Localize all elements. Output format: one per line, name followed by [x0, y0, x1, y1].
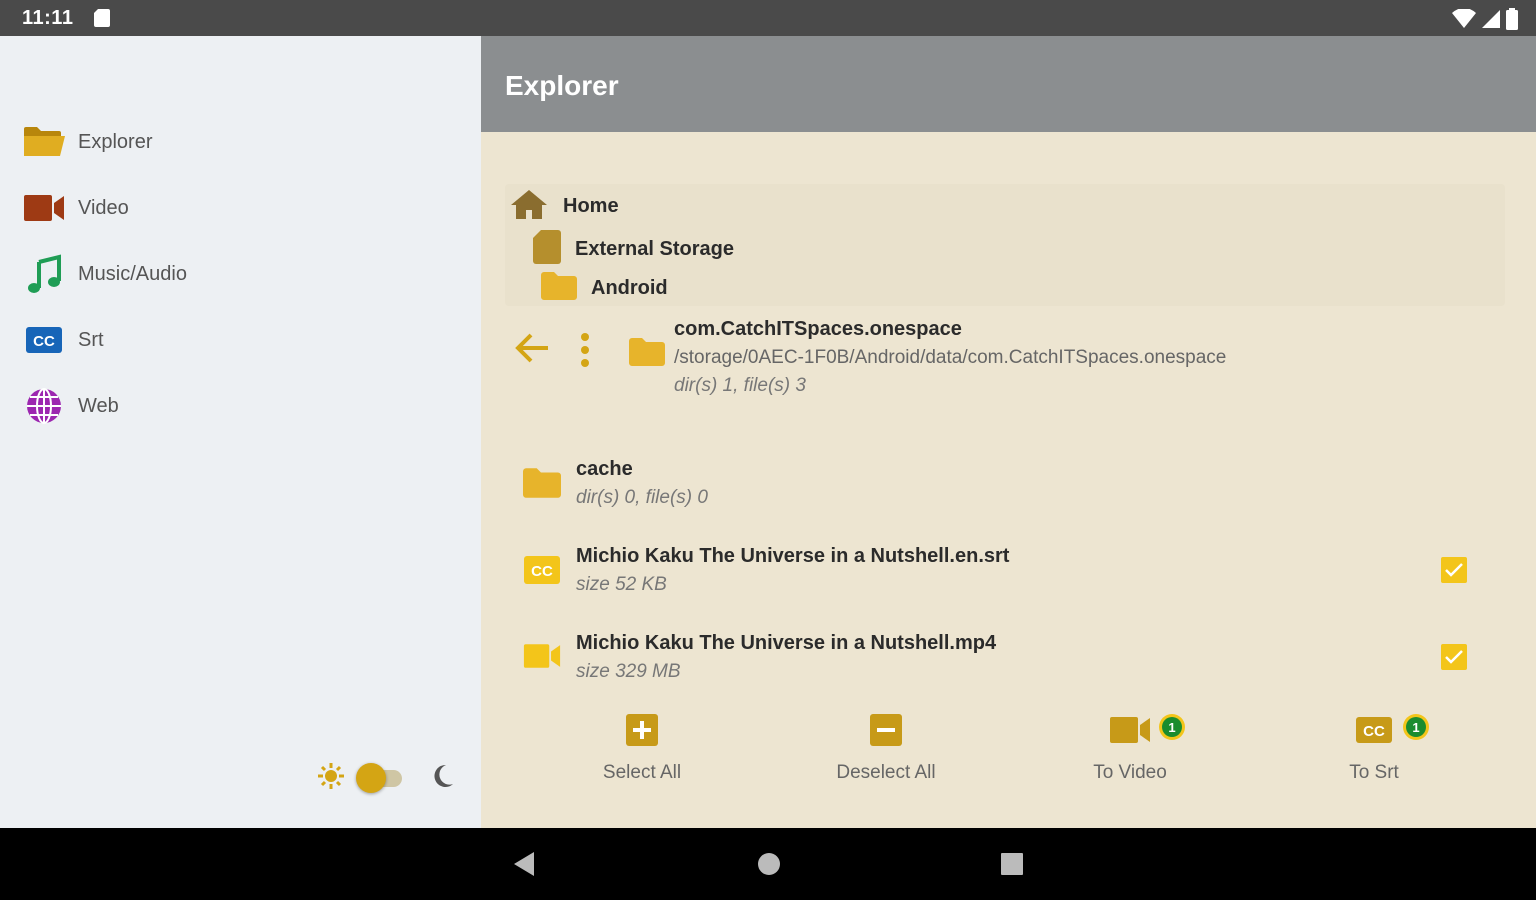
breadcrumb-android[interactable]: Android — [541, 272, 668, 305]
svg-text:CC: CC — [531, 563, 553, 580]
file-meta: dir(s) 0, file(s) 0 — [576, 487, 708, 508]
breadcrumb-label: External Storage — [575, 238, 734, 260]
battery-icon — [1506, 8, 1518, 35]
current-folder-meta: dir(s) 1, file(s) 3 — [674, 375, 806, 396]
action-bar: Select All Deselect All 1 To Video CC 1 — [481, 700, 1536, 800]
status-bar: 11:11 — [0, 0, 1536, 36]
app-bar: Explorer — [481, 36, 1536, 132]
action-label: Deselect All — [836, 762, 936, 783]
file-row-mp4[interactable]: Michio Kaku The Universe in a Nutshell.m… — [517, 628, 1477, 698]
home-circle-icon[interactable] — [756, 850, 782, 883]
to-video-button[interactable]: 1 To Video — [1065, 700, 1195, 800]
minus-box-icon — [821, 708, 951, 752]
moon-icon — [430, 763, 454, 794]
action-label: To Video — [1093, 762, 1167, 783]
wifi-icon — [1452, 8, 1476, 34]
home-icon — [509, 188, 549, 225]
page-title: Explorer — [505, 70, 619, 101]
file-row-srt[interactable]: CC Michio Kaku The Universe in a Nutshel… — [517, 541, 1477, 611]
drawer-item-label: Video — [78, 196, 129, 219]
file-name: Michio Kaku The Universe in a Nutshell.m… — [576, 632, 997, 654]
file-checkbox[interactable] — [1441, 557, 1467, 583]
action-label: Select All — [602, 762, 682, 783]
back-triangle-icon[interactable] — [512, 850, 536, 883]
file-meta: size 52 KB — [576, 574, 667, 595]
file-name: cache — [576, 458, 633, 480]
status-time: 11:11 — [22, 7, 74, 29]
breadcrumb-external-storage[interactable]: External Storage — [533, 230, 734, 269]
drawer-item-label: Explorer — [78, 130, 153, 153]
sun-icon — [316, 761, 346, 796]
theme-toggle[interactable] — [356, 758, 404, 798]
system-navigation-bar — [0, 828, 1536, 900]
breadcrumb-label: Android — [591, 277, 668, 299]
navigation-drawer: Explorer Video Music/Audio CC Srt Web — [0, 36, 481, 828]
music-note-icon — [22, 252, 66, 296]
file-checkbox[interactable] — [1441, 644, 1467, 670]
count-badge: 1 — [1159, 714, 1185, 740]
more-vert-icon[interactable] — [579, 332, 591, 373]
explorer-content: Home External Storage Android com.CatchI… — [481, 132, 1536, 828]
sd-card-status-icon — [94, 9, 110, 32]
folder-icon — [523, 468, 561, 503]
file-meta: size 329 MB — [576, 661, 681, 682]
globe-icon — [22, 384, 66, 428]
current-folder-name: com.CatchITSpaces.onespace — [674, 318, 962, 340]
folder-open-icon — [22, 120, 66, 164]
drawer-item-label: Web — [78, 394, 119, 417]
drawer-item-srt[interactable]: CC Srt — [22, 318, 462, 362]
current-folder-path: /storage/0AEC-1F0B/Android/data/com.Catc… — [674, 347, 1227, 368]
theme-switcher — [316, 758, 454, 798]
folder-icon — [629, 338, 665, 371]
count-badge: 1 — [1403, 714, 1429, 740]
breadcrumb-label: Home — [563, 195, 619, 217]
deselect-all-button[interactable]: Deselect All — [821, 700, 951, 800]
closed-caption-icon: CC — [523, 555, 561, 590]
drawer-item-web[interactable]: Web — [22, 384, 462, 428]
recents-square-icon[interactable] — [1000, 850, 1024, 883]
current-folder-header: com.CatchITSpaces.onespace /storage/0AEC… — [505, 312, 1505, 402]
drawer-item-explorer[interactable]: Explorer — [22, 120, 462, 164]
signal-icon — [1482, 9, 1500, 34]
closed-caption-icon: CC — [22, 318, 66, 362]
select-all-button[interactable]: Select All — [577, 700, 707, 800]
breadcrumb-home[interactable]: Home — [509, 188, 619, 225]
svg-text:CC: CC — [1363, 723, 1385, 740]
action-label: To Srt — [1349, 762, 1399, 783]
file-name: Michio Kaku The Universe in a Nutshell.e… — [576, 545, 1010, 567]
drawer-item-label: Music/Audio — [78, 262, 187, 285]
videocam-icon — [523, 642, 561, 675]
folder-icon — [541, 272, 577, 305]
back-arrow-icon[interactable] — [513, 332, 551, 369]
sd-card-icon — [533, 230, 561, 269]
add-box-icon — [577, 708, 707, 752]
videocam-icon — [22, 186, 66, 230]
drawer-item-video[interactable]: Video — [22, 186, 462, 230]
svg-text:CC: CC — [33, 333, 55, 350]
breadcrumb: Home External Storage Android — [505, 184, 1505, 306]
file-row-cache[interactable]: cache dir(s) 0, file(s) 0 — [517, 454, 1477, 524]
drawer-item-music-audio[interactable]: Music/Audio — [22, 252, 462, 296]
drawer-item-label: Srt — [78, 328, 104, 351]
to-srt-button[interactable]: CC 1 To Srt — [1309, 700, 1439, 800]
